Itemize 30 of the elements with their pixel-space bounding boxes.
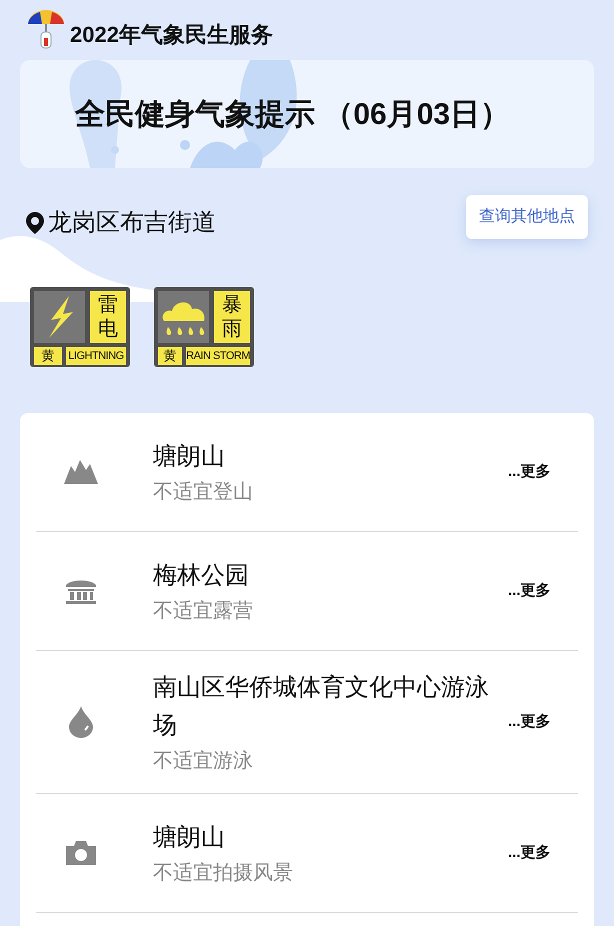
place-name: 塘朗山 xyxy=(153,442,226,472)
place-row[interactable]: 南山区华侨城体育文化中心游泳场 不适宜游泳 ...更多 xyxy=(36,651,578,794)
place-row[interactable]: 梅林公园 不适宜露营 ...更多 xyxy=(36,532,578,651)
warning-english: RAIN STORM xyxy=(186,347,250,365)
water-drop-icon xyxy=(69,706,93,738)
more-link[interactable]: ...更多 xyxy=(508,710,566,734)
place-row[interactable]: 塘朗山 不适宜拍摄风景 ...更多 xyxy=(36,794,578,913)
place-advice: 不适宜拍摄风景 xyxy=(153,861,294,886)
place-advice: 不适宜露营 xyxy=(153,599,254,624)
other-location-button[interactable]: 查询其他地点 xyxy=(466,195,588,239)
camera-icon xyxy=(66,841,96,865)
place-name: 梅林公园 xyxy=(153,561,250,591)
more-link[interactable]: ...更多 xyxy=(508,460,566,484)
place-name: 塘朗山 xyxy=(153,823,226,853)
mountain-icon xyxy=(64,460,98,484)
warning-english: LIGHTNING xyxy=(66,347,126,365)
place-row[interactable]: 塘朗山 不适宜登山 ...更多 xyxy=(36,413,578,532)
warning-level: 黄 xyxy=(34,347,62,365)
app-title: 2022年气象民生服务 xyxy=(70,21,273,49)
place-advice: 不适宜游泳 xyxy=(153,749,254,774)
place-advice: 不适宜登山 xyxy=(153,480,254,505)
place-name: 南山区华侨城体育文化中心游泳场 xyxy=(153,673,490,741)
warning-level: 黄 xyxy=(158,347,182,365)
warning-name: 雷电 xyxy=(90,291,126,343)
more-link[interactable]: ...更多 xyxy=(508,841,566,865)
more-link[interactable]: ...更多 xyxy=(508,579,566,603)
banner-title: 全民健身气象提示 （06月03日） xyxy=(75,96,510,132)
warning-name: 暴雨 xyxy=(214,291,250,343)
location-name: 龙岗区布吉街道 xyxy=(48,208,216,238)
location-pin-icon xyxy=(26,212,44,234)
